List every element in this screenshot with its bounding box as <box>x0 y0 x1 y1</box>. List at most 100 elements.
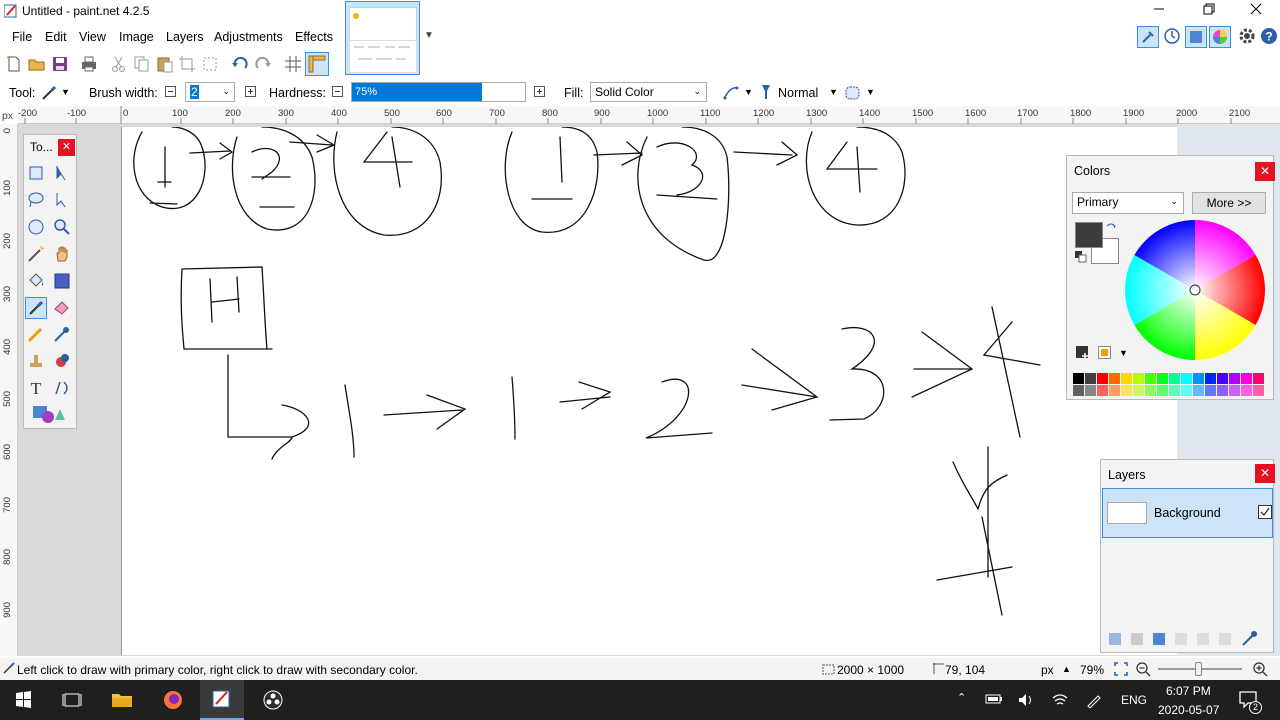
selection-mode-dropdown-icon[interactable]: ▼ <box>866 87 875 97</box>
unit-selector[interactable]: px <box>1041 663 1054 677</box>
palette-swatch[interactable] <box>1109 373 1120 384</box>
palette-swatch[interactable] <box>1157 373 1168 384</box>
paintbrush-tool-icon[interactable] <box>40 84 58 102</box>
palette-swatch[interactable] <box>1097 385 1108 396</box>
volume-icon[interactable] <box>1017 692 1035 708</box>
menu-edit[interactable]: Edit <box>45 30 67 44</box>
zoom-in-icon[interactable] <box>1252 661 1268 677</box>
palette-swatch[interactable] <box>1241 373 1252 384</box>
rectangle-select-tool[interactable] <box>26 163 48 185</box>
palette-swatch[interactable] <box>1133 373 1144 384</box>
pan-tool[interactable] <box>52 244 74 266</box>
antialiasing-dropdown-icon[interactable]: ▼ <box>744 87 753 97</box>
paste-icon[interactable] <box>156 55 174 73</box>
zoom-level[interactable]: 79% <box>1080 663 1104 677</box>
move-selection-tool[interactable] <box>52 190 74 212</box>
antialiasing-icon[interactable] <box>722 84 740 102</box>
input-language[interactable]: ENG <box>1121 693 1147 707</box>
palette-swatch[interactable] <box>1073 373 1084 384</box>
palette-swatch[interactable] <box>1181 373 1192 384</box>
palette-swatch[interactable] <box>1121 373 1132 384</box>
palette-swatch[interactable] <box>1145 385 1156 396</box>
pen-workspace-icon[interactable] <box>1085 692 1103 708</box>
palette-swatch[interactable] <box>1157 385 1168 396</box>
palette-swatch[interactable] <box>1169 373 1180 384</box>
lasso-select-tool[interactable] <box>26 190 48 212</box>
tools-window-close-button[interactable]: ✕ <box>58 139 75 156</box>
palette-swatch[interactable] <box>1193 373 1204 384</box>
image-thumbnail-tab[interactable] <box>345 1 420 75</box>
layer-visibility-checkbox[interactable] <box>1258 505 1272 519</box>
task-view-icon[interactable] <box>52 684 92 716</box>
text-tool[interactable]: T <box>26 378 48 400</box>
paintbrush-tool[interactable] <box>25 297 47 319</box>
clone-stamp-tool[interactable] <box>26 351 48 373</box>
palette-swatch[interactable] <box>1253 385 1264 396</box>
menu-image[interactable]: Image <box>119 30 154 44</box>
pencil-tool[interactable] <box>26 324 48 346</box>
battery-icon[interactable] <box>985 692 1003 706</box>
colors-window-toggle[interactable] <box>1209 26 1231 48</box>
hardness-slider[interactable]: 75% <box>351 82 526 102</box>
windows-start-icon[interactable] <box>3 684 43 716</box>
menu-effects[interactable]: Effects <box>295 30 333 44</box>
open-file-icon[interactable] <box>28 55 46 73</box>
settings-gear-icon[interactable] <box>1237 26 1257 46</box>
eraser-tool[interactable] <box>52 297 74 319</box>
color-wheel[interactable] <box>1125 220 1265 360</box>
decrease-hardness-icon[interactable] <box>332 86 343 97</box>
paint-bucket-tool[interactable] <box>26 271 48 293</box>
history-icon[interactable] <box>1162 26 1182 46</box>
tool-dropdown-icon[interactable]: ▼ <box>61 87 70 97</box>
palette-swatch[interactable] <box>1241 385 1252 396</box>
cut-icon[interactable] <box>110 55 128 73</box>
save-icon[interactable] <box>51 55 69 73</box>
menu-file[interactable]: File <box>12 30 32 44</box>
palette-swatch[interactable] <box>1085 385 1096 396</box>
zoom-tool[interactable] <box>52 217 74 239</box>
palette-swatch[interactable] <box>1229 373 1240 384</box>
zoom-slider[interactable] <box>1158 662 1242 676</box>
menu-adjustments[interactable]: Adjustments <box>214 30 283 44</box>
reset-colors-icon[interactable] <box>1075 251 1087 263</box>
tools-window-toggle[interactable] <box>1137 26 1159 48</box>
gradient-tool[interactable] <box>52 271 74 293</box>
paintnet-taskbar-button[interactable] <box>200 680 244 720</box>
thumbnail-dropdown-icon[interactable]: ▼ <box>424 30 434 41</box>
zoom-slider-thumb[interactable] <box>1195 662 1202 676</box>
palette-swatch[interactable] <box>1073 385 1084 396</box>
minimize-button[interactable] <box>1136 0 1182 24</box>
more-colors-button[interactable]: More >> <box>1192 192 1266 214</box>
palette-swatch[interactable] <box>1145 373 1156 384</box>
palette-swatch[interactable] <box>1085 373 1096 384</box>
increase-hardness-icon[interactable] <box>534 86 545 97</box>
swap-colors-icon[interactable] <box>1105 222 1117 234</box>
increase-brush-width-icon[interactable] <box>245 86 256 97</box>
palette-swatch[interactable] <box>1253 373 1264 384</box>
firefox-icon[interactable] <box>153 684 193 716</box>
palette-icon[interactable] <box>1098 346 1112 360</box>
palette-swatch[interactable] <box>1217 385 1228 396</box>
palette-swatch[interactable] <box>1097 373 1108 384</box>
clock-time[interactable]: 6:07 PM <box>1166 684 1211 698</box>
palette-swatch[interactable] <box>1133 385 1144 396</box>
brush-width-input[interactable]: 2 ⌄ <box>185 82 235 102</box>
menu-view[interactable]: View <box>79 30 106 44</box>
grid-icon[interactable] <box>284 55 302 73</box>
undo-icon[interactable] <box>231 55 249 73</box>
print-icon[interactable] <box>80 55 98 73</box>
selection-mode-icon[interactable] <box>844 84 862 102</box>
blend-mode-dropdown-icon[interactable]: ▼ <box>829 87 838 97</box>
help-icon[interactable]: ? <box>1259 26 1279 46</box>
ellipse-select-tool[interactable] <box>26 217 48 239</box>
close-button[interactable] <box>1233 0 1279 24</box>
color-mode-dropdown-icon[interactable]: ⌄ <box>1170 196 1178 207</box>
fill-select[interactable]: Solid Color ⌄ <box>590 82 707 102</box>
layers-window-toggle[interactable] <box>1185 26 1207 48</box>
show-hidden-icons-chevron[interactable]: ⌃ <box>957 691 966 704</box>
new-file-icon[interactable] <box>5 55 23 73</box>
palette-swatch[interactable] <box>1109 385 1120 396</box>
recolor-tool[interactable] <box>52 351 74 373</box>
color-picker-tool[interactable] <box>52 324 74 346</box>
file-explorer-icon[interactable] <box>102 684 142 716</box>
